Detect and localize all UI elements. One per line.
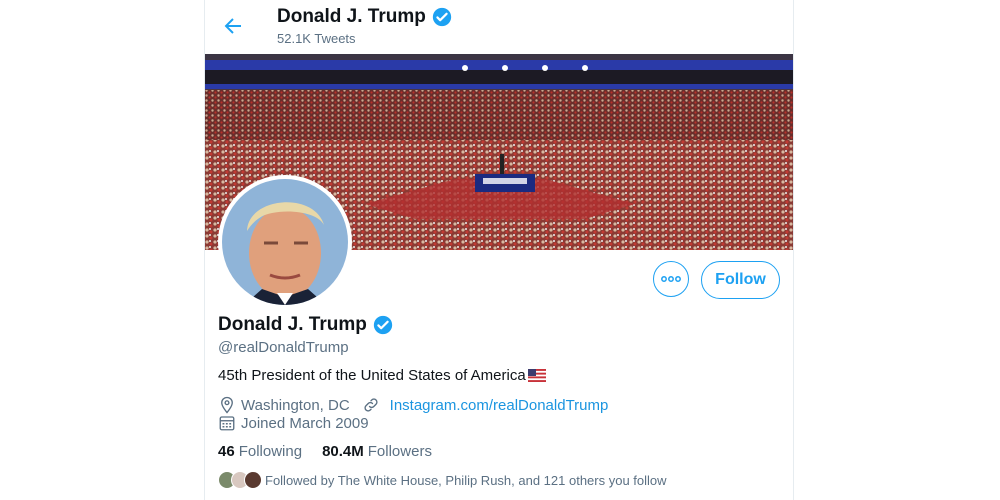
profile-meta-row: Washington, DC Instagram.com/realDonaldT… — [218, 396, 608, 414]
verified-badge-icon — [373, 315, 393, 335]
profile-header-bar: Donald J. Trump 52.1K Tweets — [205, 0, 793, 54]
following-label: Following — [238, 443, 303, 460]
bio-text: 45th President of the United States of A… — [218, 367, 526, 384]
us-flag-icon — [527, 369, 546, 382]
profile-name: Donald J. Trump — [218, 314, 394, 336]
tweet-count: 52.1K Tweets — [277, 31, 356, 46]
profile-joined-row: Joined March 2009 — [218, 414, 369, 432]
profile-avatar[interactable] — [218, 175, 352, 309]
followers-stat[interactable]: 80.4M Followers — [322, 443, 432, 460]
header-name: Donald J. Trump — [277, 6, 426, 27]
profile-stats: 46 Following 80.4M Followers — [218, 443, 452, 460]
followed-by-avatars — [218, 471, 262, 489]
follower-avatar — [244, 471, 262, 489]
back-arrow-icon[interactable] — [221, 14, 245, 38]
verified-badge-icon — [432, 7, 452, 27]
followers-count: 80.4M — [322, 443, 364, 460]
joined-text: Joined March 2009 — [241, 414, 369, 432]
followed-by-row[interactable]: Followed by The White House, Philip Rush… — [218, 471, 667, 489]
follow-button[interactable]: Follow — [701, 261, 780, 299]
following-stat[interactable]: 46 Following — [218, 443, 302, 460]
more-options-button[interactable] — [653, 261, 689, 297]
location-text: Washington, DC — [241, 396, 350, 414]
website-link[interactable]: Instagram.com/realDonaldTrump — [390, 397, 609, 414]
profile-handle: @realDonaldTrump — [218, 339, 349, 356]
following-count: 46 — [218, 443, 235, 460]
profile-column: Donald J. Trump 52.1K Tweets Follow Dona… — [204, 0, 794, 500]
header-title: Donald J. Trump — [277, 6, 453, 28]
followed-by-text: Followed by The White House, Philip Rush… — [265, 472, 667, 488]
more-horizontal-icon — [661, 276, 681, 282]
location-pin-icon — [221, 396, 233, 414]
profile-bio: 45th President of the United States of A… — [218, 367, 546, 384]
profile-name-text: Donald J. Trump — [218, 314, 367, 335]
link-icon — [364, 398, 378, 412]
followers-label: Followers — [367, 443, 432, 460]
calendar-icon — [219, 416, 235, 431]
